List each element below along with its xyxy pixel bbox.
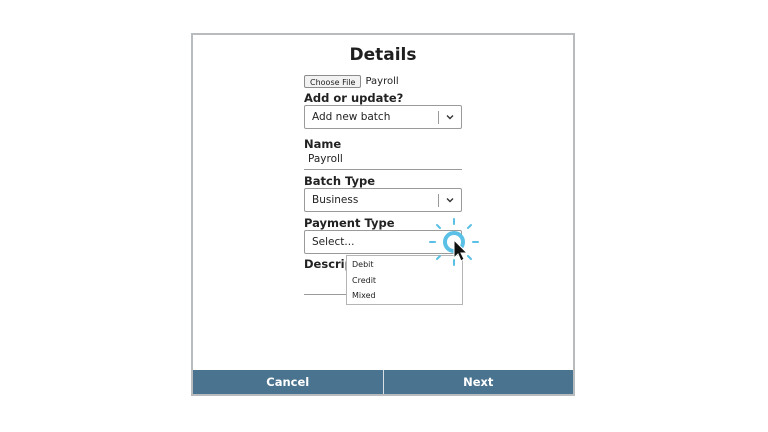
dialog-footer: Cancel Next [193,370,573,394]
cancel-button[interactable]: Cancel [193,370,383,394]
add-or-update-value: Add new batch [312,111,391,123]
name-input[interactable]: Payroll [308,153,343,165]
payment-type-label: Payment Type [304,216,395,230]
chevron-down-icon [446,115,454,120]
name-label: Name [304,137,342,151]
dropdown-option-credit[interactable]: Credit [352,276,376,285]
select-separator [438,111,439,124]
dialog-title: Details [349,45,417,65]
payment-type-value: Select... [312,236,355,248]
file-picker: Choose File Payroll [304,75,399,88]
cursor-pointer-icon [453,238,469,262]
dropdown-option-debit[interactable]: Debit [352,260,374,269]
details-dialog: Details Choose File Payroll Add or updat… [191,33,575,396]
add-or-update-label: Add or update? [304,91,404,105]
name-input-underline [304,169,462,170]
selected-file-name: Payroll [365,76,399,87]
choose-file-button[interactable]: Choose File [304,75,362,88]
chevron-down-icon [446,198,454,203]
add-or-update-select[interactable]: Add new batch [304,105,462,129]
select-separator [438,194,439,207]
click-highlight-icon [429,218,479,266]
dropdown-option-mixed[interactable]: Mixed [352,291,376,300]
next-button[interactable]: Next [383,370,573,394]
batch-type-value: Business [312,194,359,206]
batch-type-select[interactable]: Business [304,188,462,212]
batch-type-label: Batch Type [304,174,376,188]
